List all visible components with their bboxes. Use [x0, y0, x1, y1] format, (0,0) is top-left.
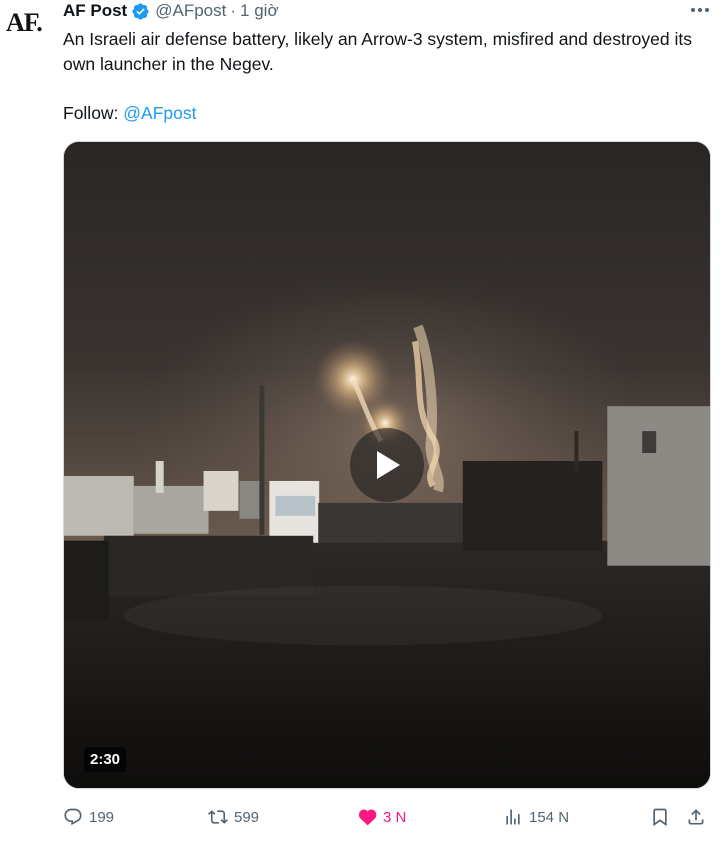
video-player[interactable]: 2:30 [63, 141, 711, 789]
repost-button[interactable]: 599 [208, 802, 259, 832]
more-icon[interactable] [688, 0, 712, 20]
views-count: 154 N [529, 808, 570, 826]
heart-icon [359, 809, 377, 826]
follow-line: Follow: @AFpost [63, 101, 197, 126]
action-bar: 199 599 3 N 154 N [63, 802, 715, 832]
bookmark-button[interactable] [650, 802, 670, 832]
verified-badge-icon[interactable] [131, 2, 150, 21]
views-icon [506, 809, 520, 825]
tweet-text: An Israeli air defense battery, likely a… [63, 29, 692, 74]
follow-label: Follow: [63, 103, 124, 123]
share-icon [688, 809, 704, 825]
repost-count: 599 [234, 808, 260, 826]
bookmark-icon [653, 808, 667, 827]
play-icon [377, 451, 400, 479]
share-button[interactable] [686, 802, 706, 832]
repost-icon [208, 810, 228, 824]
views-button[interactable]: 154 N [503, 802, 569, 832]
video-duration: 2:30 [84, 747, 127, 772]
display-name[interactable]: AF Post [63, 1, 127, 21]
play-button[interactable] [350, 428, 424, 502]
avatar[interactable]: AF. [6, 8, 52, 38]
like-button[interactable]: 3 N [357, 802, 406, 832]
timestamp[interactable]: 1 giờ [240, 1, 279, 21]
separator-dot: · [230, 1, 237, 20]
like-count: 3 N [383, 808, 407, 826]
reply-button[interactable]: 199 [63, 802, 114, 832]
tweet-header: AF Post @AFpost · 1 giờ [63, 0, 279, 22]
reply-icon [64, 808, 82, 826]
follow-mention-link[interactable]: @AFpost [123, 103, 196, 123]
reply-count: 199 [89, 808, 115, 826]
handle[interactable]: @AFpost [155, 1, 226, 21]
